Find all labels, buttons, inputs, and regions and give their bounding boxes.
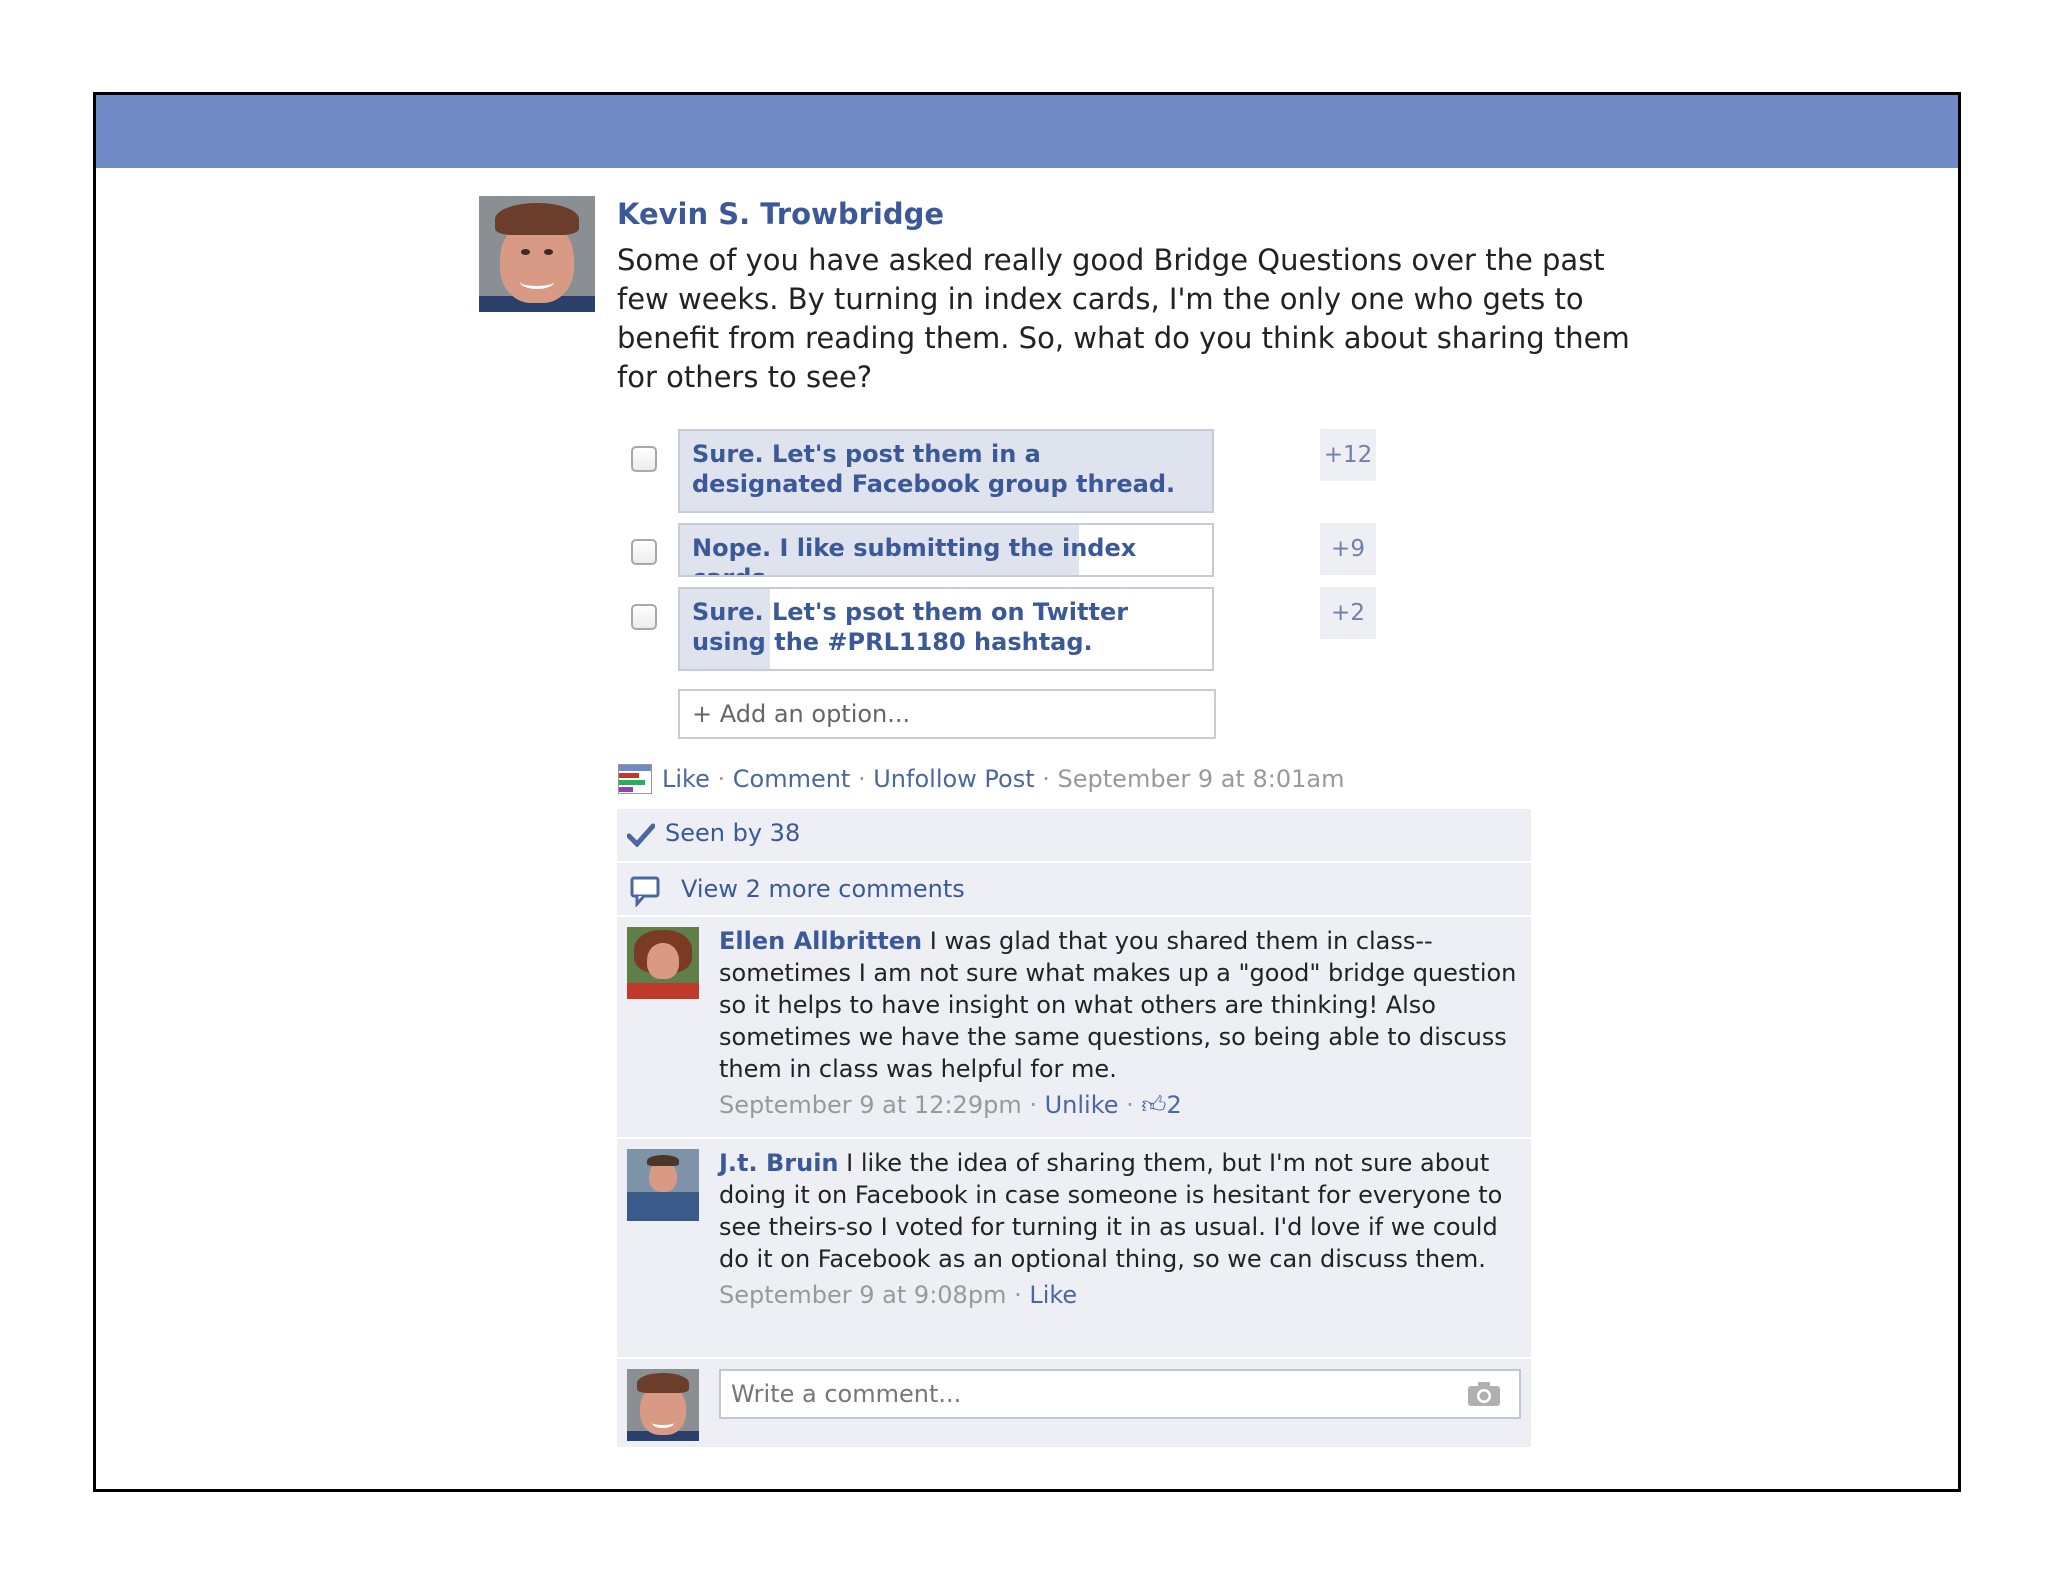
comment-timestamp[interactable]: September 9 at 9:08pm bbox=[719, 1281, 1006, 1309]
commenter-name[interactable]: Ellen Allbritten bbox=[719, 927, 922, 955]
poll-option-label: Nope. I like submitting the index cards. bbox=[692, 534, 1137, 575]
seen-by-text: Seen by 38 bbox=[665, 819, 801, 847]
author-avatar[interactable] bbox=[479, 196, 595, 312]
separator: · bbox=[1034, 765, 1058, 793]
seen-by-row[interactable]: Seen by 38 bbox=[617, 809, 1531, 863]
comment-link[interactable]: Comment bbox=[733, 765, 851, 793]
poll-option-label: Sure. Let's post them in a designated Fa… bbox=[692, 440, 1176, 498]
comment-body: Ellen Allbritten I was glad that you sha… bbox=[719, 925, 1519, 1121]
comment-body: J.t. Bruin I like the idea of sharing th… bbox=[719, 1147, 1519, 1311]
comment-meta: September 9 at 9:08pm · Like bbox=[719, 1279, 1519, 1311]
view-more-comments-link[interactable]: View 2 more comments bbox=[681, 875, 965, 903]
poll-checkbox[interactable] bbox=[631, 604, 657, 630]
current-user-avatar bbox=[627, 1369, 699, 1441]
add-option-input[interactable]: + Add an option... bbox=[678, 689, 1216, 739]
comment-input[interactable]: Write a comment... bbox=[719, 1369, 1521, 1419]
like-link[interactable]: Like bbox=[1029, 1281, 1077, 1309]
view-more-comments-row[interactable]: View 2 more comments bbox=[617, 863, 1531, 917]
header-bar bbox=[96, 95, 1958, 168]
separator: · bbox=[1006, 1281, 1030, 1309]
commenter-avatar[interactable] bbox=[627, 1149, 699, 1221]
comment-composer: Write a comment... bbox=[617, 1359, 1531, 1447]
slide-frame: Kevin S. Trowbridge Some of you have ask… bbox=[93, 92, 1961, 1492]
poll-option-count[interactable]: +9 bbox=[1320, 523, 1376, 575]
poll-checkbox[interactable] bbox=[631, 446, 657, 472]
poll-option-count[interactable]: +12 bbox=[1320, 429, 1376, 481]
comment-bubble-icon bbox=[630, 876, 660, 907]
unfollow-link[interactable]: Unfollow Post bbox=[873, 765, 1034, 793]
separator: · bbox=[1118, 1091, 1142, 1119]
comment-input-placeholder: Write a comment... bbox=[731, 1380, 962, 1408]
like-count[interactable]: 2 bbox=[1167, 1091, 1182, 1119]
poll-option-count[interactable]: +2 bbox=[1320, 587, 1376, 639]
comments-panel: Seen by 38 View 2 more comments Ellen Al… bbox=[617, 809, 1531, 1447]
post-actions: Like · Comment · Unfollow Post · Septemb… bbox=[662, 765, 1344, 793]
post-timestamp[interactable]: September 9 at 8:01am bbox=[1058, 765, 1345, 793]
checkmark-icon bbox=[627, 823, 655, 847]
comment-item: J.t. Bruin I like the idea of sharing th… bbox=[617, 1139, 1531, 1359]
separator: · bbox=[1021, 1091, 1045, 1119]
post-text: Some of you have asked really good Bridg… bbox=[617, 243, 1630, 394]
poll-option-bar[interactable]: Sure. Let's psot them on Twitter using t… bbox=[678, 587, 1214, 671]
poll-checkbox[interactable] bbox=[631, 539, 657, 565]
post-author[interactable]: Kevin S. Trowbridge bbox=[617, 197, 944, 231]
comment-timestamp[interactable]: September 9 at 12:29pm bbox=[719, 1091, 1022, 1119]
poll-option-label: Sure. Let's psot them on Twitter using t… bbox=[692, 598, 1129, 656]
unlike-link[interactable]: Unlike bbox=[1045, 1091, 1119, 1119]
separator: · bbox=[850, 765, 874, 793]
comment-item: Ellen Allbritten I was glad that you sha… bbox=[617, 917, 1531, 1139]
poll-icon bbox=[618, 764, 652, 794]
poll-option-bar[interactable]: Nope. I like submitting the index cards. bbox=[678, 523, 1214, 577]
comment-meta: September 9 at 12:29pm · Unlike · 👍︎2 bbox=[719, 1089, 1519, 1121]
camera-icon[interactable] bbox=[1467, 1381, 1501, 1407]
thumbs-up-icon[interactable]: 👍︎ bbox=[1141, 1091, 1166, 1119]
commenter-avatar[interactable] bbox=[627, 927, 699, 999]
commenter-name[interactable]: J.t. Bruin bbox=[719, 1149, 839, 1177]
like-link[interactable]: Like bbox=[662, 765, 710, 793]
separator: · bbox=[709, 765, 733, 793]
poll-option-bar[interactable]: Sure. Let's post them in a designated Fa… bbox=[678, 429, 1214, 513]
